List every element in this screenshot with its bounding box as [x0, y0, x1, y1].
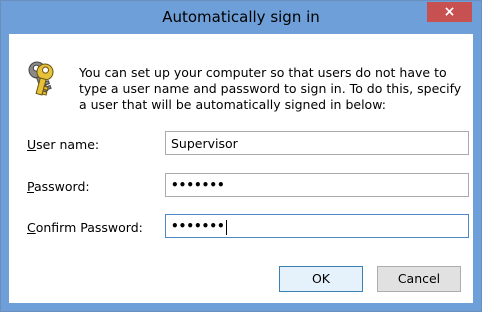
- password-input[interactable]: •••••••: [165, 173, 469, 197]
- intro-text: You can set up your computer so that use…: [79, 65, 462, 112]
- ok-button[interactable]: OK: [279, 266, 363, 292]
- window-frame-right: [473, 34, 481, 311]
- username-row: User name: Supervisor: [9, 131, 473, 157]
- confirm-password-row: Confirm Password: •••••••: [9, 214, 473, 240]
- password-label: Password:: [27, 179, 90, 194]
- dialog-title: Automatically sign in: [162, 8, 320, 26]
- window-frame-left: [1, 34, 9, 311]
- cancel-button[interactable]: Cancel: [377, 266, 461, 292]
- text-caret: [225, 220, 227, 235]
- close-button[interactable]: ×: [427, 2, 472, 22]
- username-label: User name:: [27, 137, 100, 152]
- confirm-password-input[interactable]: •••••••: [165, 214, 469, 238]
- title-bar[interactable]: Automatically sign in ×: [1, 1, 481, 34]
- window-frame-bottom: [1, 303, 481, 311]
- confirm-password-label: Confirm Password:: [27, 220, 143, 235]
- password-row: Password: •••••••: [9, 173, 473, 199]
- close-icon: ×: [443, 4, 456, 20]
- username-input[interactable]: Supervisor: [165, 131, 469, 155]
- dialog-window: Automatically sign in × You can set up y…: [0, 0, 482, 312]
- keys-icon: [28, 61, 54, 96]
- dialog-content: You can set up your computer so that use…: [9, 34, 473, 303]
